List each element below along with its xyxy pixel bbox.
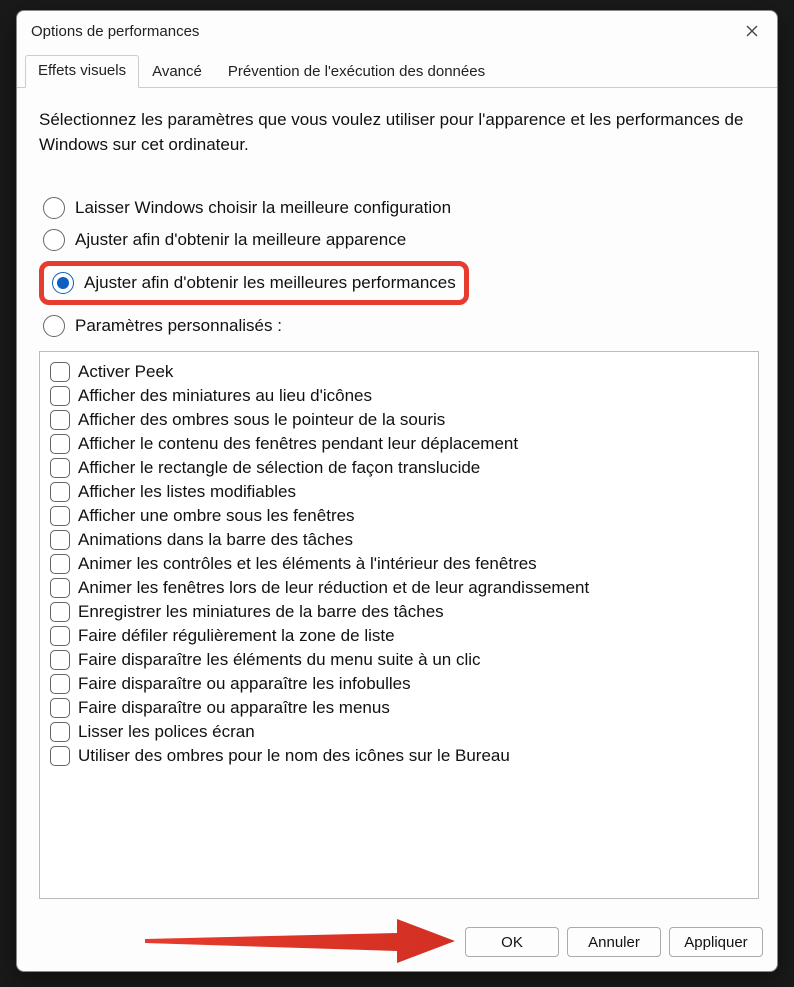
button-label: Annuler [588,934,640,951]
checkbox-icon [50,434,70,454]
arrow-annotation-icon [137,917,457,963]
checkbox-label: Faire disparaître les éléments du menu s… [78,650,481,670]
tabs-bar: Effets visuels Avancé Prévention de l'ex… [17,47,777,88]
checkbox-row[interactable]: Lisser les polices écran [50,720,748,744]
checkbox-label: Faire défiler régulièrement la zone de l… [78,626,395,646]
checkbox-icon [50,362,70,382]
checkbox-icon [50,410,70,430]
checkbox-label: Enregistrer les miniatures de la barre d… [78,602,444,622]
checkbox-icon [50,506,70,526]
radio-icon [52,272,74,294]
checkbox-row[interactable]: Faire disparaître ou apparaître les info… [50,672,748,696]
checkbox-icon [50,578,70,598]
checkbox-label: Afficher le contenu des fenêtres pendant… [78,434,518,454]
intro-text: Sélectionnez les paramètres que vous vou… [39,108,759,157]
tab-label: Effets visuels [38,62,126,79]
radio-label: Paramètres personnalisés : [75,316,282,336]
tab-content: Sélectionnez les paramètres que vous vou… [17,88,777,917]
cancel-button[interactable]: Annuler [567,927,661,957]
checkbox-icon [50,458,70,478]
radio-label: Laisser Windows choisir la meilleure con… [75,198,451,218]
checkbox-label: Afficher les listes modifiables [78,482,296,502]
checkbox-row[interactable]: Faire disparaître les éléments du menu s… [50,648,748,672]
checkbox-row[interactable]: Afficher une ombre sous les fenêtres [50,504,748,528]
checkbox-row[interactable]: Animations dans la barre des tâches [50,528,748,552]
checkbox-icon [50,554,70,574]
ok-button[interactable]: OK [465,927,559,957]
checkbox-label: Animations dans la barre des tâches [78,530,353,550]
checkbox-label: Lisser les polices écran [78,722,255,742]
titlebar: Options de performances [17,11,777,47]
radio-custom[interactable]: Paramètres personnalisés : [43,315,759,337]
checkbox-row[interactable]: Enregistrer les miniatures de la barre d… [50,600,748,624]
radio-group: Laisser Windows choisir la meilleure con… [43,197,759,337]
tab-dep[interactable]: Prévention de l'exécution des données [215,56,498,88]
checkbox-row[interactable]: Afficher les listes modifiables [50,480,748,504]
checkbox-icon [50,698,70,718]
radio-label: Ajuster afin d'obtenir les meilleures pe… [84,273,456,293]
radio-best-appearance[interactable]: Ajuster afin d'obtenir la meilleure appa… [43,229,759,251]
checkbox-icon [50,626,70,646]
checkbox-icon [50,386,70,406]
checkbox-row[interactable]: Faire disparaître ou apparaître les menu… [50,696,748,720]
checkbox-icon [50,674,70,694]
radio-icon [43,315,65,337]
close-button[interactable] [737,16,767,46]
checkbox-label: Utiliser des ombres pour le nom des icôn… [78,746,510,766]
visual-effects-list[interactable]: Activer Peek Afficher des miniatures au l… [39,351,759,899]
radio-icon [43,229,65,251]
checkbox-row[interactable]: Animer les fenêtres lors de leur réducti… [50,576,748,600]
tab-visual-effects[interactable]: Effets visuels [25,55,139,88]
radio-let-windows-choose[interactable]: Laisser Windows choisir la meilleure con… [43,197,759,219]
button-bar: OK Annuler Appliquer [17,917,777,971]
checkbox-icon [50,530,70,550]
checkbox-row[interactable]: Utiliser des ombres pour le nom des icôn… [50,744,748,768]
checkbox-label: Afficher des miniatures au lieu d'icônes [78,386,372,406]
radio-icon [43,197,65,219]
tab-advanced[interactable]: Avancé [139,56,215,88]
checkbox-row[interactable]: Afficher des miniatures au lieu d'icônes [50,384,748,408]
close-icon [746,25,758,37]
checkbox-icon [50,722,70,742]
checkbox-label: Animer les contrôles et les éléments à l… [78,554,537,574]
checkbox-row[interactable]: Afficher le rectangle de sélection de fa… [50,456,748,480]
checkbox-row[interactable]: Faire défiler régulièrement la zone de l… [50,624,748,648]
checkbox-icon [50,746,70,766]
checkbox-row[interactable]: Animer les contrôles et les éléments à l… [50,552,748,576]
checkbox-row[interactable]: Activer Peek [50,360,748,384]
radio-label: Ajuster afin d'obtenir la meilleure appa… [75,230,406,250]
checkbox-label: Afficher une ombre sous les fenêtres [78,506,355,526]
checkbox-row[interactable]: Afficher des ombres sous le pointeur de … [50,408,748,432]
checkbox-label: Animer les fenêtres lors de leur réducti… [78,578,589,598]
checkbox-icon [50,482,70,502]
radio-best-performance[interactable]: Ajuster afin d'obtenir les meilleures pe… [52,272,456,294]
checkbox-label: Afficher des ombres sous le pointeur de … [78,410,445,430]
highlight-annotation: Ajuster afin d'obtenir les meilleures pe… [39,261,469,305]
performance-options-dialog: Options de performances Effets visuels A… [16,10,778,972]
button-label: Appliquer [684,934,747,951]
checkbox-icon [50,602,70,622]
button-label: OK [501,934,523,951]
checkbox-label: Faire disparaître ou apparaître les info… [78,674,411,694]
checkbox-label: Faire disparaître ou apparaître les menu… [78,698,390,718]
tab-label: Avancé [152,63,202,80]
checkbox-label: Activer Peek [78,362,173,382]
tab-label: Prévention de l'exécution des données [228,63,485,80]
checkbox-label: Afficher le rectangle de sélection de fa… [78,458,480,478]
checkbox-icon [50,650,70,670]
checkbox-row[interactable]: Afficher le contenu des fenêtres pendant… [50,432,748,456]
dialog-title: Options de performances [31,23,199,40]
apply-button[interactable]: Appliquer [669,927,763,957]
